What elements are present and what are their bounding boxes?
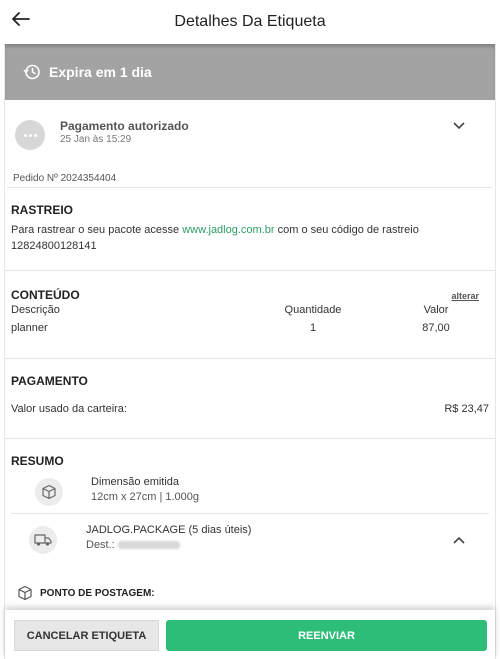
wallet-row: Valor usado da carteira: R$ 23,47 [11,403,489,415]
tracking-title: RASTREIO [11,203,74,217]
app-header: Detalhes Da Etiqueta [0,0,500,44]
expire-banner: Expira em 1 dia [5,44,495,100]
content-title: CONTEÚDO [11,288,80,302]
dimension-value: 12cm x 27cm | 1.000g [91,491,200,503]
redacted-address [117,541,180,550]
payment-status[interactable]: Pagamento autorizado 25 Jan às 15:29 [5,100,495,170]
item-description: planner [11,322,48,334]
shipping-item[interactable]: JADLOG.PACKAGE (5 dias úteis) Dest.: [11,513,489,570]
payment-section: PAGAMENTO Valor usado da carteira: R$ 23… [5,359,495,439]
alter-link[interactable]: alterar [451,291,479,301]
wallet-value: R$ 23,47 [444,403,489,415]
back-arrow-icon[interactable] [10,8,32,30]
content-section: CONTEÚDO alterar Descrição Quantidade Va… [5,271,495,359]
tracking-link[interactable]: www.jadlog.com.br [182,224,274,236]
dimension-title: Dimensão emitida [91,476,180,488]
box-icon [18,585,32,601]
posting-title: PONTO DE POSTAGEM: [40,587,155,599]
shipping-dest: Dest.: [86,539,180,551]
chevron-up-icon[interactable] [453,536,465,544]
header-value: Valor [423,304,449,316]
payment-status-title: Pagamento autorizado [60,119,189,133]
item-value: 87,00 [422,322,450,334]
payment-title: PAGAMENTO [11,374,88,388]
header-description: Descrição [11,304,60,316]
action-footer: CANCELAR ETIQUETA REENVIAR [5,610,495,659]
wallet-label: Valor usado da carteira: [11,403,127,415]
chevron-down-icon[interactable] [453,122,465,130]
cancel-label-button[interactable]: CANCELAR ETIQUETA [14,620,159,651]
summary-section: RESUMO Dimensão emitida 12cm x 27cm | 1.… [5,439,495,570]
resend-button[interactable]: REENVIAR [166,620,487,651]
posting-point: PONTO DE POSTAGEM: [17,585,155,601]
expire-text: Expira em 1 dia [49,64,152,80]
order-number: Pedido Nº 2024354404 [7,170,493,188]
header-quantity: Quantidade [284,304,342,316]
truck-icon [29,526,57,554]
history-clock-icon [23,64,40,80]
payment-status-date: 25 Jan às 15:29 [60,134,132,145]
tracking-text: Para rastrear o seu pacote acesse www.ja… [11,224,419,252]
summary-title: RESUMO [11,454,64,468]
details-page: Expira em 1 dia Pagamento autorizado 25 … [4,44,496,659]
page-title: Detalhes Da Etiqueta [174,13,326,30]
tracking-section: RASTREIO Para rastrear o seu pacote aces… [5,188,495,271]
shipping-title: JADLOG.PACKAGE (5 dias úteis) [86,524,252,536]
box-icon [35,478,63,506]
item-quantity: 1 [309,322,317,334]
dimension-item: Dimensão emitida 12cm x 27cm | 1.000g [11,468,489,513]
content-row: planner 1 87,00 [11,322,489,338]
content-header-row: Descrição Quantidade Valor [11,304,489,320]
more-dots-icon [15,120,45,150]
